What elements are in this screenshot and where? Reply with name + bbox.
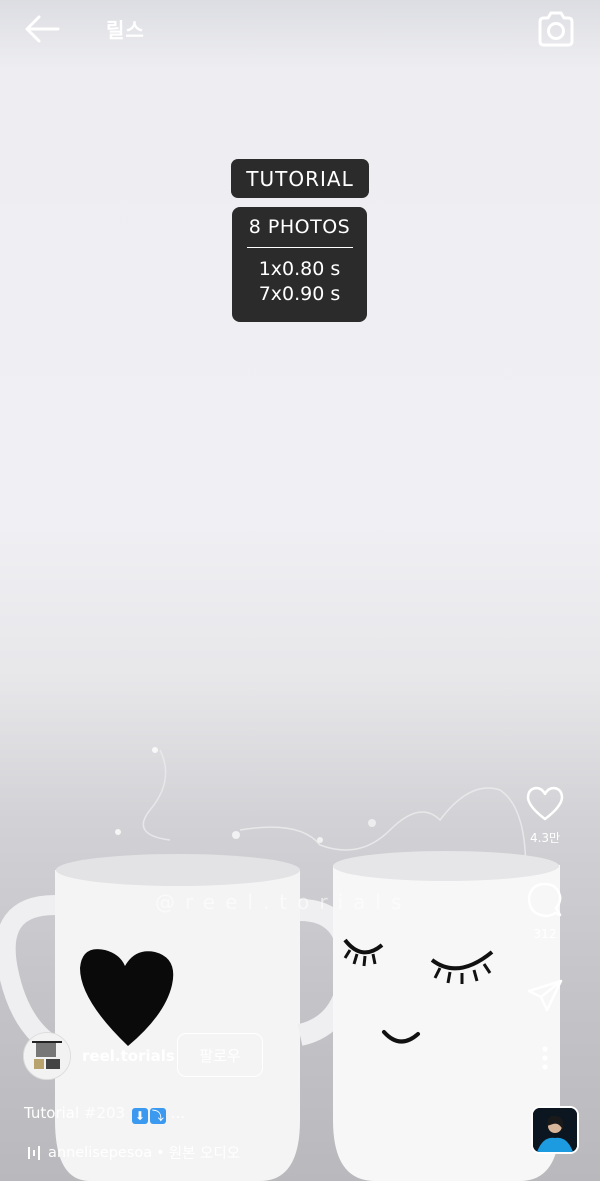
caption[interactable]: Tutorial #203 ⬇ ⤵ ... [24,1104,185,1124]
camera-button[interactable] [536,10,576,48]
share-button[interactable] [510,977,580,1017]
timing-line-2: 7x0.90 s [258,283,341,305]
photo-count: 8 PHOTOS [248,216,351,238]
timing-line-1: 1x0.80 s [258,258,341,280]
tutorial-info-box: 8 PHOTOS 1x0.80 s 7x0.90 s [232,207,367,322]
divider [246,247,353,248]
like-count: 4.3만 [529,831,561,845]
avatar-thumbnail [24,1033,70,1079]
audio-cover-image [533,1108,577,1152]
page-title: 릴스 [106,18,145,42]
caption-text: Tutorial [24,1104,84,1122]
heart-icon [526,786,564,821]
more-options-button[interactable] [510,1043,580,1077]
camera-icon [538,11,574,47]
watermark-text: @reel.torials [155,890,412,914]
tutorial-label: TUTORIAL [231,159,369,198]
audio-wave-icon [28,1145,40,1160]
username[interactable]: reel.torials [82,1047,175,1065]
audio-label: 원본 오디오 [168,1146,241,1162]
audio-row[interactable]: annelisepesoa • 원본 오디오 [28,1142,240,1163]
back-button[interactable] [22,12,62,46]
caption-hashtag[interactable]: #203 [84,1104,125,1122]
audio-separator: • [156,1144,165,1161]
comment-icon [527,882,562,918]
avatar[interactable] [23,1032,71,1080]
caption-more[interactable]: ... [171,1104,185,1122]
follow-button[interactable]: 팔로우 [177,1033,263,1077]
more-vertical-icon [542,1046,548,1070]
like-button[interactable]: 4.3만 [510,785,580,846]
audio-thumbnail[interactable] [531,1106,579,1154]
comment-count: 312 [533,927,557,941]
comment-button[interactable]: 312 [510,881,580,941]
down-arrow-emoji: ⬇ [131,1108,148,1124]
curved-arrow-emoji: ⤵ [149,1108,166,1124]
send-icon [527,979,563,1012]
back-arrow-icon [25,15,60,43]
audio-artist: annelisepesoa [48,1144,153,1161]
top-bar: 릴스 [0,0,600,60]
